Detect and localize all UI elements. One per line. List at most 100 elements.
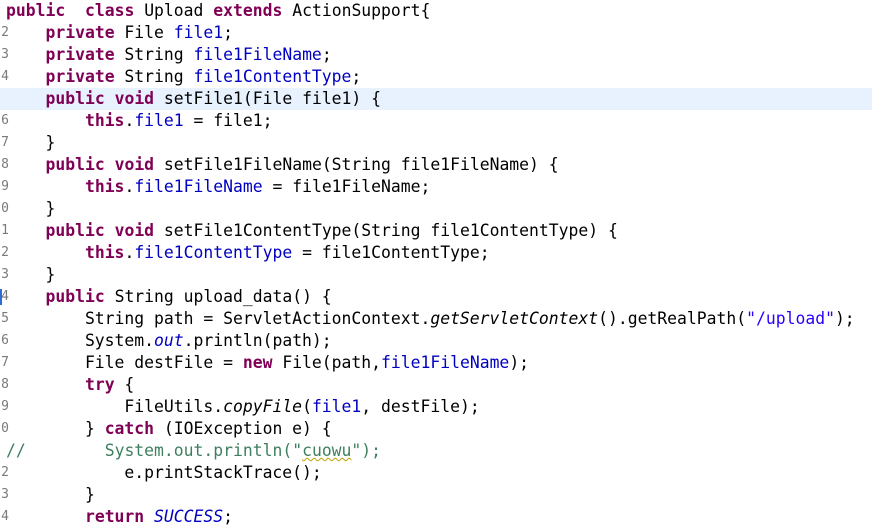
code-text: return SUCCESS; bbox=[6, 506, 233, 528]
code-line[interactable]: 2 this.file1ContentType = file1ContentTy… bbox=[0, 242, 872, 264]
code-line[interactable]: 2 private File file1; bbox=[0, 22, 872, 44]
code-token: ); bbox=[834, 309, 855, 328]
code-token: . bbox=[124, 111, 135, 130]
code-token: File bbox=[114, 23, 174, 42]
code-token: out bbox=[154, 331, 184, 350]
code-line[interactable]: 6 System.out.println(path); bbox=[0, 330, 872, 352]
code-token: setFile1ContentType(String file1ContentT… bbox=[154, 221, 618, 240]
code-line[interactable]: 8 public void setFile1FileName(String fi… bbox=[0, 154, 872, 176]
code-line[interactable]: 0 } bbox=[0, 198, 872, 220]
code-token: String bbox=[114, 45, 194, 64]
code-text: e.printStackTrace(); bbox=[6, 462, 322, 484]
code-token: public bbox=[45, 89, 105, 108]
code-token: private bbox=[45, 45, 115, 64]
code-token: "/upload" bbox=[746, 309, 835, 328]
code-token: file1ContentType bbox=[193, 67, 352, 86]
code-line[interactable]: 2 e.printStackTrace(); bbox=[0, 462, 872, 484]
code-text: this.file1ContentType = file1ContentType… bbox=[6, 242, 490, 264]
code-token: = file1; bbox=[183, 111, 273, 130]
code-line[interactable]: 1 public void setFile1ContentType(String… bbox=[0, 220, 872, 242]
code-line[interactable]: 9 this.file1FileName = file1FileName; bbox=[0, 176, 872, 198]
code-line[interactable]: // System.out.println("cuowu"); bbox=[0, 440, 872, 462]
code-line[interactable]: 4 private String file1ContentType; bbox=[0, 66, 872, 88]
code-token: . bbox=[124, 177, 135, 196]
code-text: FileUtils.copyFile(file1, destFile); bbox=[6, 396, 479, 418]
code-token: String path = ServletActionContext. bbox=[6, 309, 431, 328]
code-token: getServletContext bbox=[430, 309, 599, 328]
code-token: File destFile = bbox=[6, 353, 243, 372]
code-text: } catch (IOException e) { bbox=[6, 418, 332, 440]
code-token: setFile1FileName(String file1FileName) { bbox=[154, 155, 559, 174]
code-line[interactable]: 4 return SUCCESS; bbox=[0, 506, 872, 528]
code-token: (IOException e) { bbox=[154, 419, 332, 438]
code-text: this.file1 = file1; bbox=[6, 110, 273, 132]
code-token: File(path, bbox=[272, 353, 382, 372]
code-line[interactable]: public void setFile1(File file1) { bbox=[0, 88, 872, 110]
code-token: SUCCESS bbox=[154, 507, 224, 526]
code-token: } bbox=[6, 133, 56, 152]
code-token: FileUtils. bbox=[6, 397, 224, 416]
code-token: cuowu bbox=[302, 441, 352, 460]
code-text: } bbox=[6, 484, 95, 506]
code-line[interactable]: public class Upload extends ActionSuppor… bbox=[0, 0, 872, 22]
code-token: this bbox=[84, 177, 125, 196]
code-line[interactable]: 9 FileUtils.copyFile(file1, destFile); bbox=[0, 396, 872, 418]
code-token: } bbox=[6, 199, 56, 218]
code-text: public String upload_data() { bbox=[6, 286, 332, 308]
code-line[interactable]: 3 } bbox=[0, 264, 872, 286]
code-token: class bbox=[84, 1, 135, 20]
code-line[interactable]: 7 File destFile = new File(path,file1Fil… bbox=[0, 352, 872, 374]
code-token: private bbox=[45, 23, 115, 42]
code-token: ActionSupport{ bbox=[292, 1, 431, 20]
code-text: System.out.println(path); bbox=[6, 330, 332, 352]
code-text: File destFile = new File(path,file1FileN… bbox=[6, 352, 529, 374]
code-token: extends bbox=[213, 1, 283, 20]
code-token: setFile1(File file1) { bbox=[154, 89, 382, 108]
code-line[interactable]: 3 private String file1FileName; bbox=[0, 44, 872, 66]
code-token: } bbox=[6, 485, 95, 504]
code-token: e.printStackTrace(); bbox=[6, 463, 322, 482]
code-token: Upload bbox=[144, 1, 204, 20]
code-token: ; bbox=[223, 507, 233, 526]
code-line[interactable]: 0 } catch (IOException e) { bbox=[0, 418, 872, 440]
code-text: private String file1FileName; bbox=[6, 44, 331, 66]
code-token: catch bbox=[104, 419, 155, 438]
code-token: return bbox=[84, 507, 145, 526]
code-line[interactable]: 8 try { bbox=[0, 374, 872, 396]
code-line[interactable]: 7 } bbox=[0, 132, 872, 154]
code-token: System.out.println(" bbox=[104, 441, 303, 460]
code-line[interactable]: 6 this.file1 = file1; bbox=[0, 110, 872, 132]
code-line[interactable]: 3 } bbox=[0, 484, 872, 506]
code-token: file1FileName bbox=[193, 45, 322, 64]
code-token: file1ContentType bbox=[134, 243, 293, 262]
code-text: } bbox=[6, 264, 55, 286]
code-text: private String file1ContentType; bbox=[6, 66, 361, 88]
code-line[interactable]: 5 String path = ServletActionContext.get… bbox=[0, 308, 872, 330]
code-token: file1FileName bbox=[381, 353, 510, 372]
code-token: = file1FileName; bbox=[262, 177, 431, 196]
code-token: new bbox=[242, 353, 273, 372]
code-token: } bbox=[6, 419, 105, 438]
code-editor[interactable]: public class Upload extends ActionSuppor… bbox=[0, 0, 872, 526]
code-token: copyFile bbox=[223, 397, 303, 416]
code-token: ().getRealPath( bbox=[598, 309, 747, 328]
code-token: String upload_data() { bbox=[104, 287, 332, 306]
code-token: public bbox=[45, 221, 105, 240]
code-token: } bbox=[6, 265, 56, 284]
code-line[interactable]: 4 public String upload_data() { bbox=[0, 286, 872, 308]
code-token: try bbox=[84, 375, 115, 394]
